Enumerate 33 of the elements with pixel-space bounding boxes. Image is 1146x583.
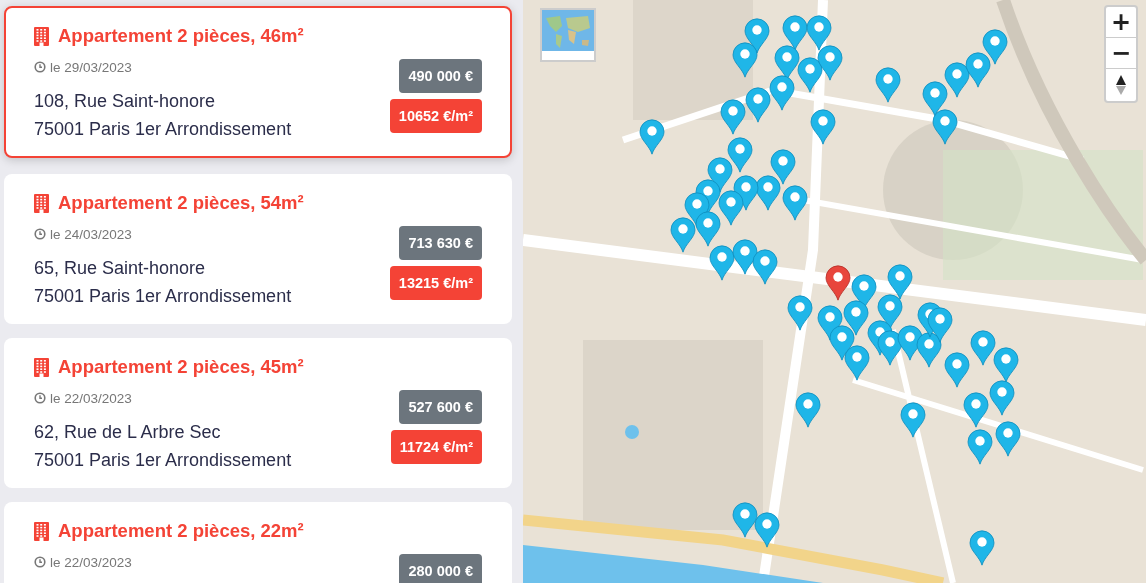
price-badge: 713 630 € xyxy=(399,226,482,260)
listing-date: le 29/03/2023 xyxy=(50,59,132,75)
building-icon xyxy=(34,193,49,213)
listing-title: Appartement 2 pièces, 22m² xyxy=(58,520,304,542)
price-badge: 280 000 € xyxy=(399,554,482,583)
clock-icon xyxy=(34,228,46,240)
listing-title: Appartement 2 pièces, 54m² xyxy=(58,192,304,214)
listing-card[interactable]: Appartement 2 pièces, 54m² le 24/03/2023 65, Rue Saint-honore 75001 Paris 1er Arrondissement 713 630 € 13215 €/m² xyxy=(4,174,512,324)
address-line: 75001 Paris 1er Arrondissement xyxy=(34,118,292,141)
address-line: 75001 Paris 1er Arrondissement xyxy=(34,449,292,472)
listing-date: le 22/03/2023 xyxy=(50,390,132,406)
price-badge: 527 600 € xyxy=(399,390,482,424)
clock-icon xyxy=(34,61,46,73)
listing-title: Appartement 2 pièces, 45m² xyxy=(58,356,304,378)
price-per-m2-badge: 10652 €/m² xyxy=(389,99,482,133)
building-icon xyxy=(34,357,49,377)
price-per-m2-badge: 13215 €/m² xyxy=(389,266,482,300)
address-line: 75001 Paris 1er Arrondissement xyxy=(34,285,292,308)
clock-icon xyxy=(34,556,46,568)
building-icon xyxy=(34,521,49,541)
address-line: 65, Rue Saint-honore xyxy=(34,257,207,280)
address-line: 62, Rue de L Arbre Sec xyxy=(34,421,222,444)
price-per-m2-badge: 11724 €/m² xyxy=(390,430,482,464)
price-badge: 490 000 € xyxy=(399,59,482,93)
listing-card[interactable]: Appartement 2 pièces, 46m² le 29/03/2023 108, Rue Saint-honore 75001 Paris 1er Arrondissement 490 000 € 10652 €/m² xyxy=(4,6,512,158)
building-icon xyxy=(34,26,49,46)
clock-icon xyxy=(34,392,46,404)
address-line: 108, Rue Saint-honore xyxy=(34,90,217,113)
listing-date: le 24/03/2023 xyxy=(50,226,132,242)
listing-card[interactable]: Appartement 2 pièces, 22m² le 22/03/2023 280 000 € xyxy=(4,502,512,583)
listing-card[interactable]: Appartement 2 pièces, 45m² le 22/03/2023 62, Rue de L Arbre Sec 75001 Paris 1er Arrondissement 527 600 € 11724 €/m² xyxy=(4,338,512,488)
listing-date: le 22/03/2023 xyxy=(50,554,132,570)
listing-title: Appartement 2 pièces, 46m² xyxy=(58,25,304,47)
